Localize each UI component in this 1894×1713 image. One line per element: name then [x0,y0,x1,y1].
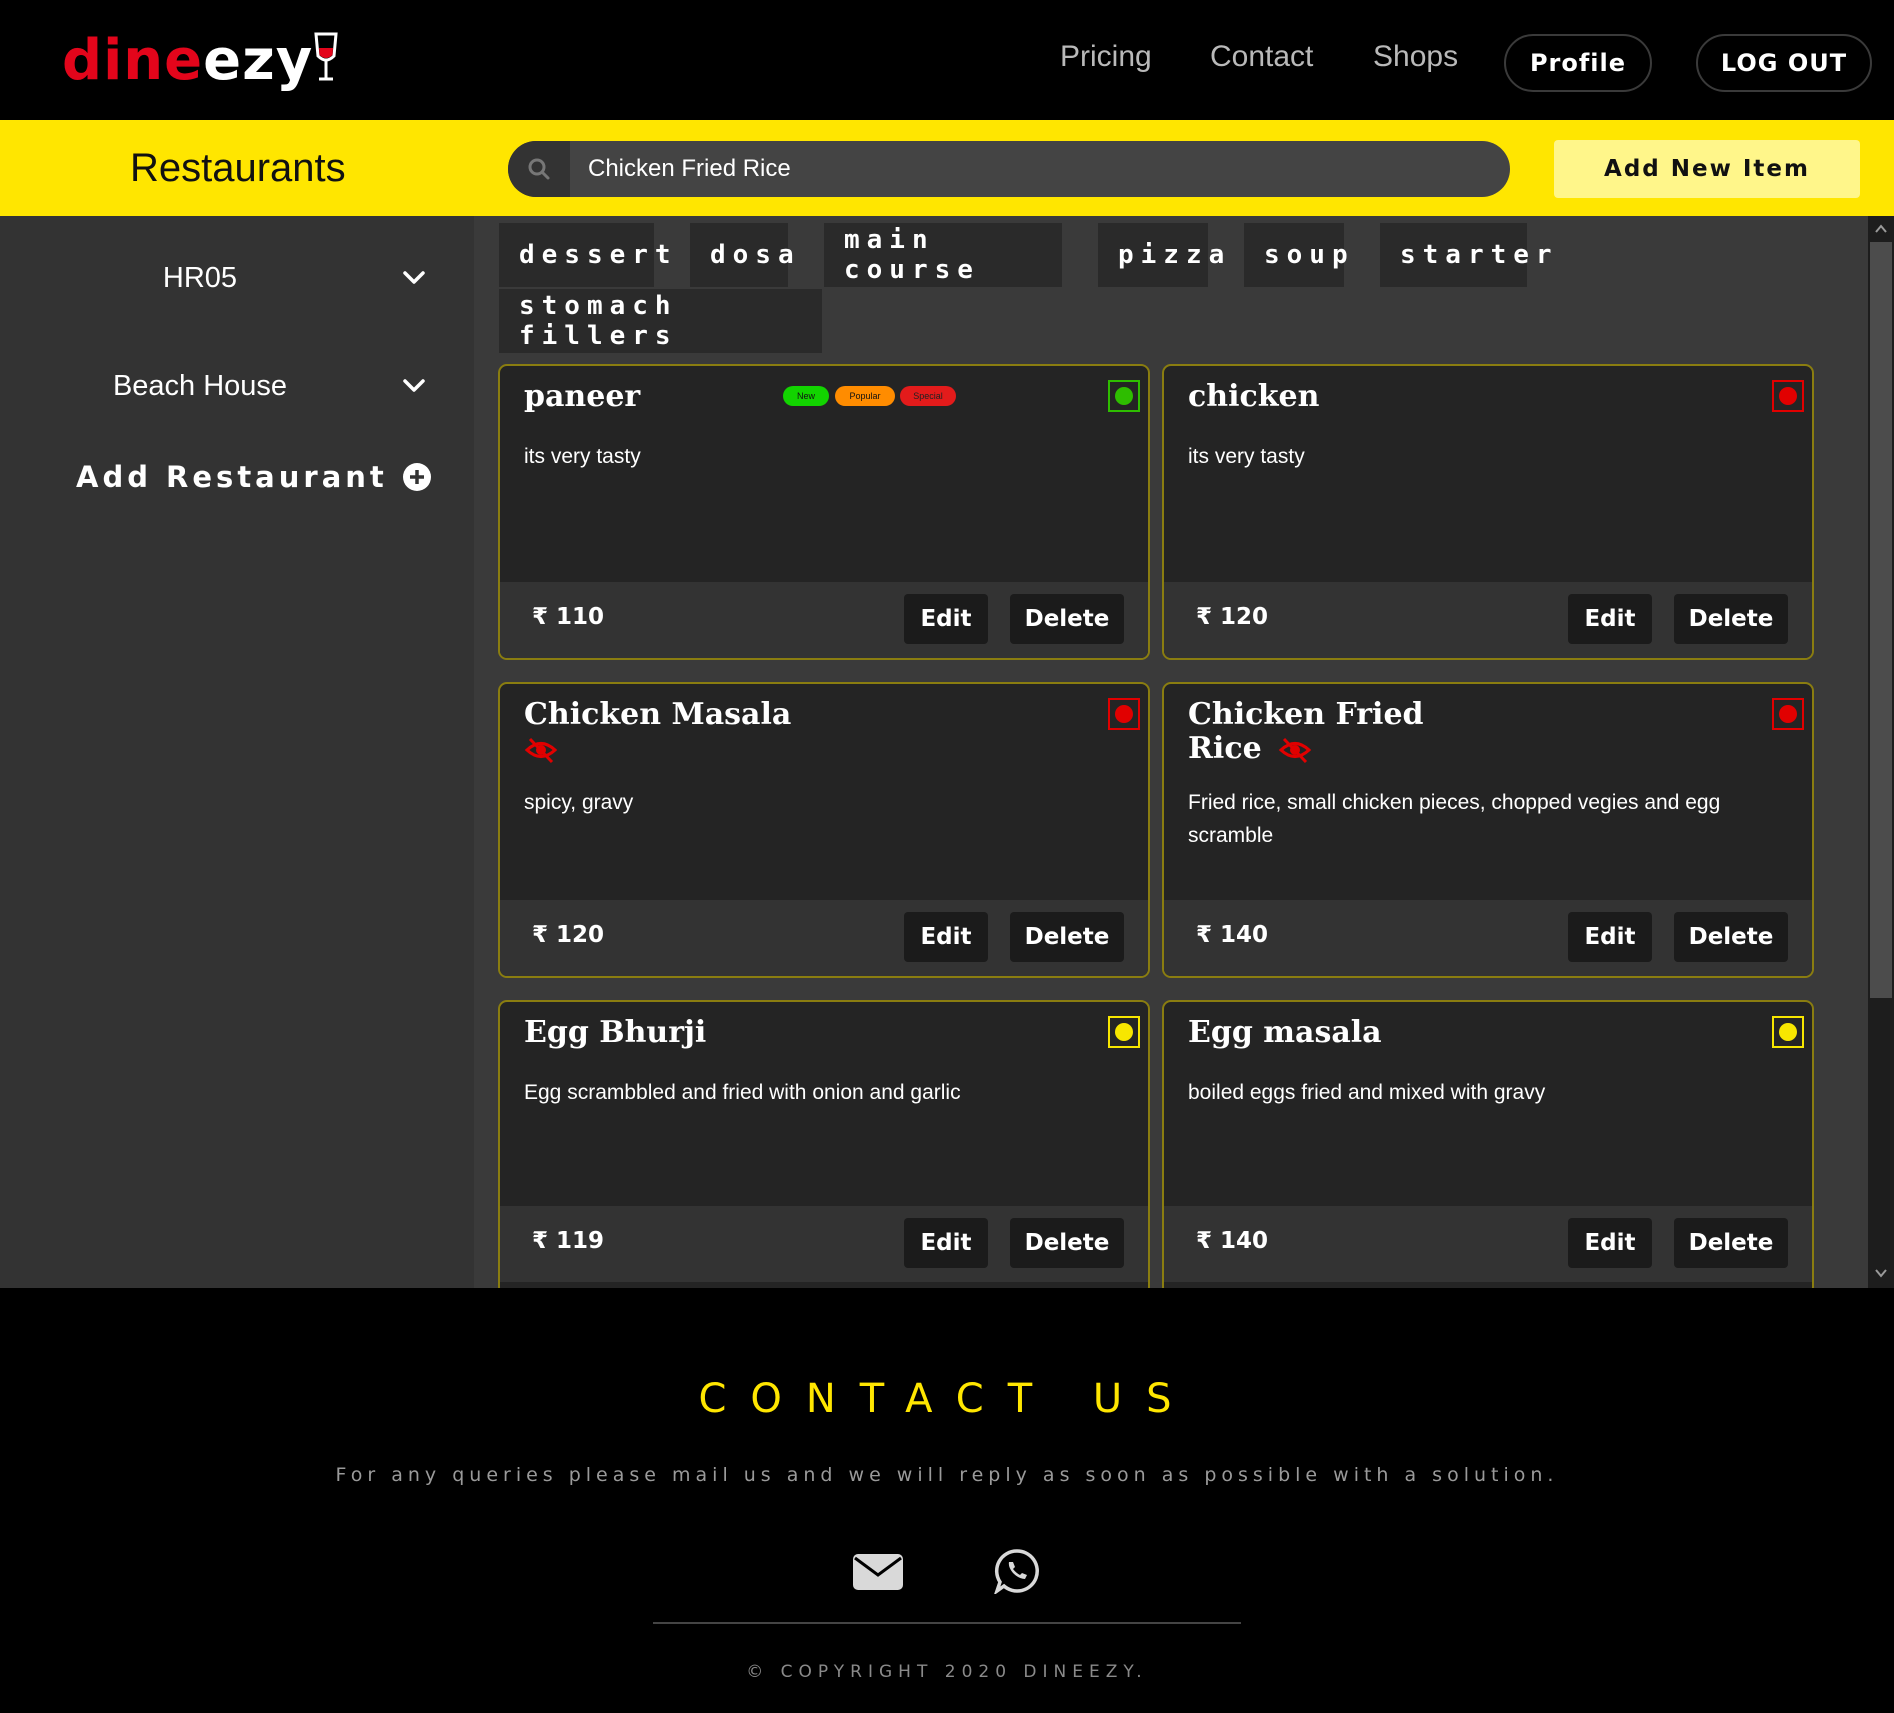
search-bar [508,141,1510,197]
item-price: ₹ 140 [1196,922,1269,948]
eye-slash-icon [1278,737,1312,764]
dineezy-logo[interactable]: dineezy [62,26,339,96]
item-price: ₹ 140 [1196,1228,1269,1254]
chevron-down-icon[interactable] [400,376,428,396]
envelope-icon[interactable] [852,1550,904,1592]
eye-slash-icon [524,737,558,764]
item-price: ₹ 120 [532,922,605,948]
footer-divider [653,1622,1241,1624]
contact-us-subtitle: For any queries please mail us and we wi… [335,1464,1559,1486]
item-name: Chicken Fried Rice [1188,697,1424,766]
menu-item-card: Egg Bhurji Egg scrambbled and fried with… [498,1000,1150,1288]
edit-button[interactable]: Edit [1568,1218,1652,1268]
nonveg-indicator-icon [1108,698,1140,730]
category-tag-pizza[interactable]: pizza [1098,223,1224,287]
menu-items-panel: dessert dosa main course pizza soup star… [474,216,1868,1288]
nav-shops-link[interactable]: Shops [1373,40,1458,74]
edit-button[interactable]: Edit [1568,912,1652,962]
item-price: ₹ 119 [532,1228,605,1254]
edit-button[interactable]: Edit [904,912,988,962]
nav-pricing-link[interactable]: Pricing [1060,40,1152,74]
category-tag-stomach-fillers[interactable]: stomach fillers [499,289,822,353]
category-tag-main-course[interactable]: main course [824,223,1062,287]
nonveg-indicator-icon [1772,698,1804,730]
delete-button[interactable]: Delete [1010,1218,1124,1268]
item-description: its very tasty [1188,445,1305,468]
contact-us-heading: CONTACT US [698,1376,1196,1422]
item-description: spicy, gravy [524,791,634,814]
item-name: Egg Bhurji [524,1015,707,1050]
card-footer: ₹ 140 Edit Delete [1164,1206,1812,1282]
new-badge: New [783,386,829,406]
restaurant-sidebar: HR05 Beach House Add Restaurant [0,216,474,1288]
popular-badge: Popular [835,386,895,406]
site-footer: CONTACT US For any queries please mail u… [0,1288,1894,1713]
delete-button[interactable]: Delete [1010,594,1124,644]
logout-button[interactable]: LOG OUT [1696,34,1872,92]
special-badge: Special [900,386,956,406]
delete-button[interactable]: Delete [1674,1218,1788,1268]
item-name: chicken [1188,379,1320,414]
menu-item-card: chicken its very tasty ₹ 120 Edit Delete [1162,364,1814,660]
edit-button[interactable]: Edit [904,1218,988,1268]
menu-item-card: paneer New Popular Special its very tast… [498,364,1150,660]
chevron-down-icon[interactable] [400,268,428,288]
delete-button[interactable]: Delete [1674,912,1788,962]
wine-glass-icon [314,32,338,81]
category-tag-dessert[interactable]: dessert [499,223,671,287]
search-input[interactable] [588,141,1488,197]
add-restaurant-button[interactable]: Add Restaurant [76,460,432,494]
card-footer: ₹ 120 Edit Delete [1164,582,1812,658]
item-description: Egg scrambbled and fried with onion and … [524,1081,961,1104]
egg-indicator-icon [1772,1016,1804,1048]
page-title: Restaurants [130,146,346,190]
add-new-item-button[interactable]: Add New Item [1554,140,1860,198]
menu-item-card: Egg masala boiled eggs fried and mixed w… [1162,1000,1814,1288]
item-description: Fried rice, small chicken pieces, choppe… [1188,791,1721,847]
item-name: Chicken Masala [524,698,1084,766]
edit-button[interactable]: Edit [1568,594,1652,644]
egg-indicator-icon [1108,1016,1140,1048]
add-restaurant-label: Add Restaurant [76,460,388,494]
restaurant-label: HR05 [162,262,238,294]
search-icon[interactable] [508,141,570,197]
category-tag-starter[interactable]: starter [1380,223,1552,287]
delete-button[interactable]: Delete [1674,594,1788,644]
category-tag-soup[interactable]: soup [1244,223,1348,287]
scrollbar-thumb[interactable] [1870,242,1892,998]
copyright-text: © COPYRIGHT 2020 DINEEZY. [746,1662,1148,1682]
scroll-down-arrow-icon[interactable] [1874,1266,1888,1280]
item-price: ₹ 110 [532,604,605,630]
edit-button[interactable]: Edit [904,594,988,644]
veg-indicator-icon [1108,380,1140,412]
card-footer: ₹ 110 Edit Delete [500,582,1148,658]
whatsapp-icon[interactable] [994,1548,1040,1594]
plus-circle-icon [402,463,431,491]
item-name: Egg masala [1188,1015,1382,1050]
menu-item-card: Chicken Fried Rice Fried rice, small chi… [1162,682,1814,978]
scrollbar[interactable] [1868,216,1894,1288]
item-price: ₹ 120 [1196,604,1269,630]
sidebar-item-hr05[interactable]: HR05 [0,250,474,310]
card-footer: ₹ 120 Edit Delete [500,900,1148,976]
item-description: boiled eggs fried and mixed with gravy [1188,1081,1546,1104]
top-navbar: dineezy Pricing Contact Shops Profile LO… [0,0,1894,120]
delete-button[interactable]: Delete [1010,912,1124,962]
item-description: its very tasty [524,445,641,468]
profile-button[interactable]: Profile [1504,34,1652,92]
sidebar-item-beach-house[interactable]: Beach House [0,358,474,418]
category-tag-dosa[interactable]: dosa [690,223,794,287]
scroll-up-arrow-icon[interactable] [1874,222,1888,236]
restaurant-label: Beach House [112,370,288,402]
nonveg-indicator-icon [1772,380,1804,412]
menu-item-card: Chicken Masala spicy, gravy ₹ 120 Edit D… [498,682,1150,978]
toolbar: Restaurants Add New Item [0,120,1894,216]
card-footer: ₹ 119 Edit Delete [500,1206,1148,1282]
card-footer: ₹ 140 Edit Delete [1164,900,1812,976]
nav-contact-link[interactable]: Contact [1210,40,1313,74]
